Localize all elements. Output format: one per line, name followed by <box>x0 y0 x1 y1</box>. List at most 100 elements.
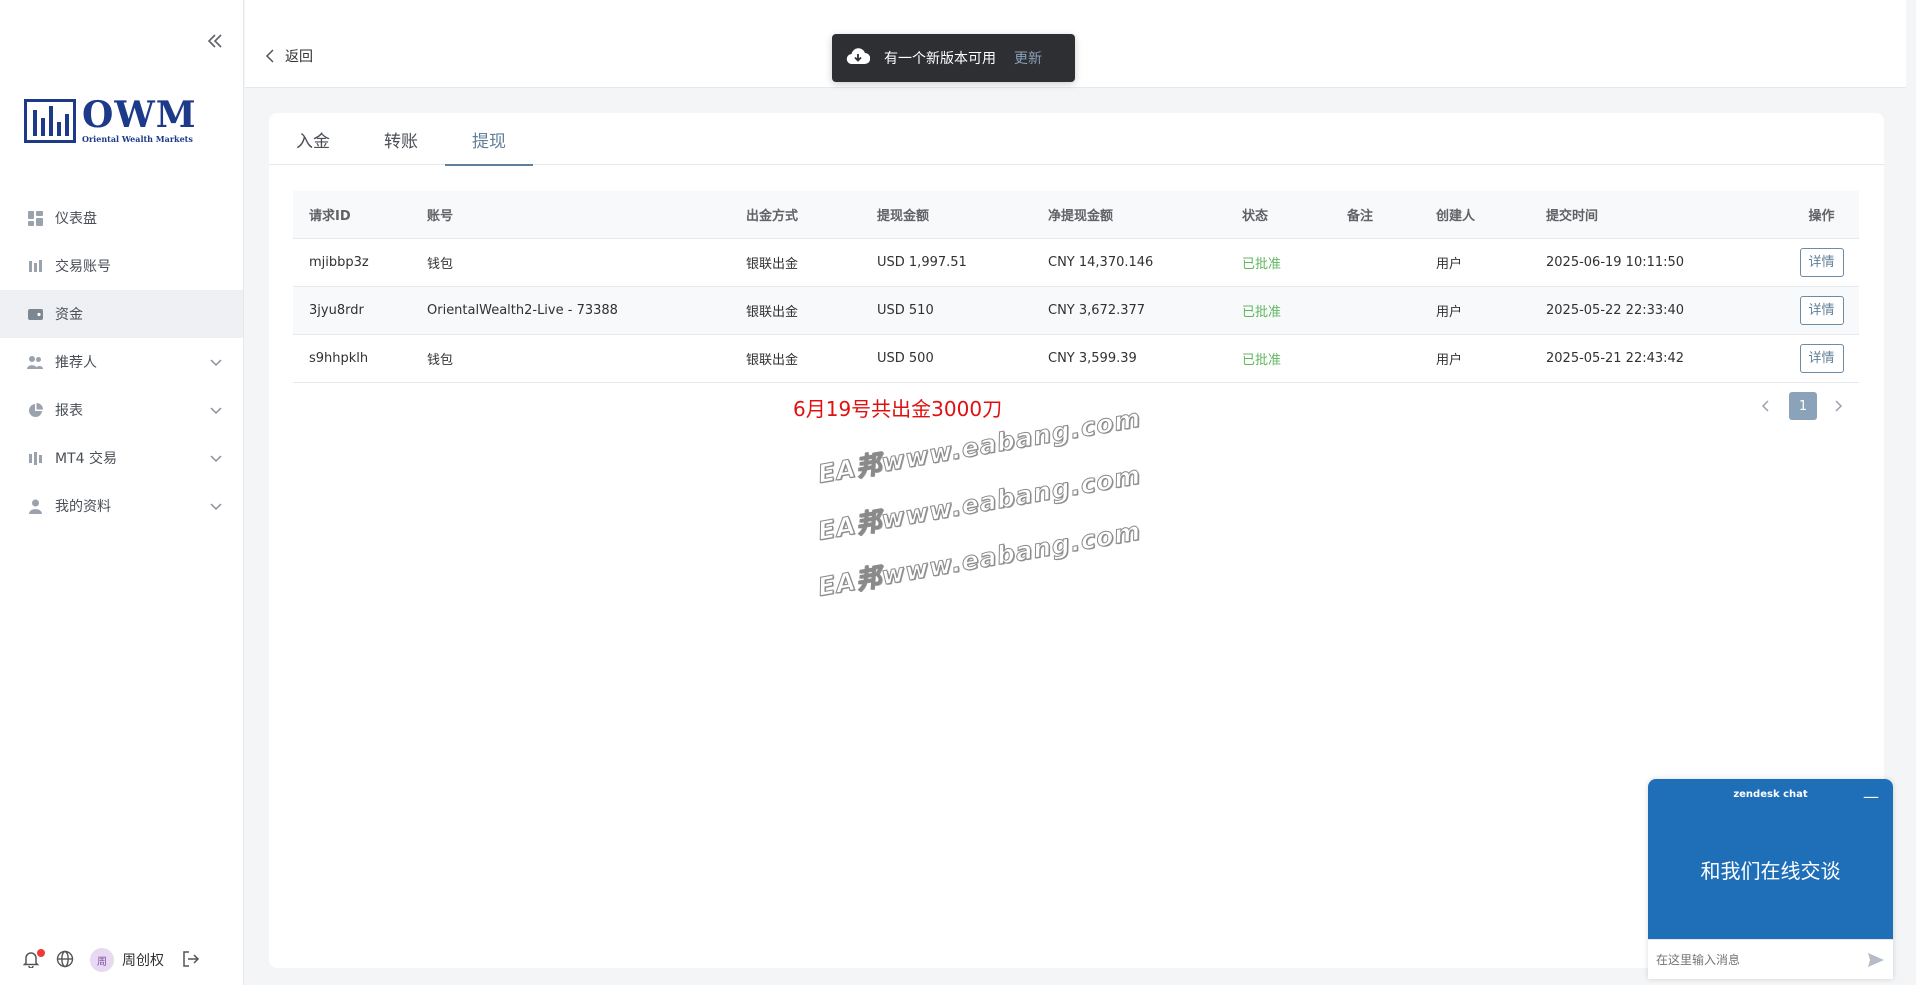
sidebar-item-label: 交易账号 <box>55 259 111 275</box>
bell-icon[interactable] <box>22 949 45 970</box>
chevron-down-icon <box>209 403 223 417</box>
table-header: 请求ID 账号 出金方式 提现金额 净提现金额 状态 备注 创建人 提交时间 操… <box>293 191 1859 239</box>
cell-creator: 用户 <box>1436 305 1463 320</box>
table-row: mjibbp3z 钱包 银联出金 USD 1,997.51 CNY 14,370… <box>293 239 1859 287</box>
header-action: 操作 <box>1808 209 1835 224</box>
detail-button[interactable]: 详情 <box>1799 344 1844 373</box>
cell-request-id: s9hhpklh <box>309 351 369 366</box>
chat-message-input[interactable] <box>1656 952 1867 967</box>
next-page-icon[interactable] <box>1831 398 1847 414</box>
logo-mark-icon <box>24 99 76 143</box>
cell-method: 银联出金 <box>746 353 799 368</box>
update-toast: 有一个新版本可用 更新 <box>832 34 1075 82</box>
notification-dot <box>37 949 45 957</box>
wallet-icon <box>27 306 43 322</box>
sidebar: OWM Oriental Wealth Markets 仪表盘 交易账号 资金 <box>0 0 244 985</box>
pie-chart-icon <box>27 402 43 418</box>
table-row: s9hhpklh 钱包 银联出金 USD 500 CNY 3,599.39 已批… <box>293 335 1859 383</box>
logo[interactable]: OWM Oriental Wealth Markets <box>24 94 197 144</box>
chevron-down-icon <box>209 451 223 465</box>
header-status: 状态 <box>1242 209 1269 224</box>
cell-amount: USD 500 <box>877 351 934 366</box>
cloud-download-icon <box>846 47 871 69</box>
username[interactable]: 周创权 <box>122 950 164 970</box>
cell-amount: USD 1,997.51 <box>877 255 967 270</box>
globe-icon[interactable] <box>56 950 76 970</box>
minimize-icon[interactable]: — <box>1863 787 1879 806</box>
detail-button[interactable]: 详情 <box>1799 296 1844 325</box>
annotation-text: 6月19号共出金3000刀 <box>793 397 1003 421</box>
header-creator: 创建人 <box>1436 209 1476 224</box>
cell-submit-time: 2025-05-21 22:43:42 <box>1546 351 1685 366</box>
sidebar-item-label: 我的资料 <box>55 499 111 515</box>
cell-creator: 用户 <box>1436 257 1463 272</box>
logo-title: OWM <box>82 94 197 136</box>
tabs: 入金 转账 提现 <box>269 113 1884 166</box>
cell-request-id: 3jyu8rdr <box>309 303 364 318</box>
table-row: 3jyu8rdr OrientalWealth2-Live - 73388 银联… <box>293 287 1859 335</box>
sidebar-item-my-profile[interactable]: 我的资料 <box>0 482 243 530</box>
cell-net-amount: CNY 3,599.39 <box>1048 351 1137 366</box>
tab-withdraw[interactable]: 提现 <box>445 113 533 166</box>
sidebar-item-label: MT4 交易 <box>55 451 117 467</box>
sidebar-item-funds[interactable]: 资金 <box>0 290 243 338</box>
header-amount: 提现金额 <box>877 209 930 224</box>
dashboard-icon <box>27 210 43 226</box>
chevron-left-icon <box>265 49 274 63</box>
sidebar-item-mt4-trading[interactable]: MT4 交易 <box>0 434 243 482</box>
accounts-icon <box>27 258 43 274</box>
sidebar-item-reports[interactable]: 报表 <box>0 386 243 434</box>
cell-request-id: mjibbp3z <box>309 255 369 270</box>
logout-icon[interactable] <box>182 950 202 970</box>
chat-widget: zendesk chat — 和我们在线交谈 <box>1648 779 1893 979</box>
sidebar-item-referrer[interactable]: 推荐人 <box>0 338 243 386</box>
cell-account: 钱包 <box>427 353 454 368</box>
sidebar-item-label: 资金 <box>55 307 83 323</box>
page-number[interactable]: 1 <box>1789 392 1817 420</box>
cell-amount: USD 510 <box>877 303 934 318</box>
chat-greeting: 和我们在线交谈 <box>1700 859 1841 883</box>
sidebar-item-label: 报表 <box>55 403 83 419</box>
avatar[interactable]: 周 <box>90 948 114 972</box>
chat-header[interactable]: zendesk chat — 和我们在线交谈 <box>1648 779 1893 939</box>
sidebar-item-label: 仪表盘 <box>55 211 97 227</box>
chat-input-bar <box>1648 939 1893 979</box>
header-request-id: 请求ID <box>309 209 351 224</box>
sidebar-footer: 周 周创权 <box>22 948 216 972</box>
cell-submit-time: 2025-05-22 22:33:40 <box>1546 303 1685 318</box>
back-button[interactable]: 返回 <box>265 46 313 66</box>
logo-subtitle: Oriental Wealth Markets <box>82 134 193 144</box>
chat-brand: zendesk chat <box>1733 789 1808 800</box>
header-submit-time: 提交时间 <box>1546 209 1599 224</box>
back-label: 返回 <box>285 49 313 65</box>
pagination: 1 <box>1759 392 1847 420</box>
send-icon[interactable] <box>1867 951 1885 969</box>
sidebar-item-trading-accounts[interactable]: 交易账号 <box>0 242 243 290</box>
status-badge: 已批准 <box>1242 353 1282 368</box>
cell-account: OrientalWealth2-Live - 73388 <box>427 303 618 318</box>
collapse-sidebar-icon[interactable] <box>206 32 226 52</box>
sidebar-item-label: 推荐人 <box>55 355 97 371</box>
chevron-down-icon <box>209 499 223 513</box>
cell-net-amount: CNY 3,672.377 <box>1048 303 1146 318</box>
cell-creator: 用户 <box>1436 353 1463 368</box>
prev-page-icon[interactable] <box>1759 398 1775 414</box>
header-account: 账号 <box>427 209 454 224</box>
update-button[interactable]: 更新 <box>1014 48 1042 68</box>
tab-transfer[interactable]: 转账 <box>357 113 445 165</box>
top-bar: 返回 <box>245 0 1906 88</box>
header-note: 备注 <box>1347 209 1374 224</box>
candles-icon <box>27 450 43 466</box>
users-icon <box>27 354 43 370</box>
cell-account: 钱包 <box>427 257 454 272</box>
user-icon <box>27 498 43 514</box>
header-net-amount: 净提现金额 <box>1048 209 1114 224</box>
cell-net-amount: CNY 14,370.146 <box>1048 255 1154 270</box>
status-badge: 已批准 <box>1242 305 1282 320</box>
cell-submit-time: 2025-06-19 10:11:50 <box>1546 255 1685 270</box>
sidebar-nav: 仪表盘 交易账号 资金 推荐人 报表 MT4 交易 我的资料 <box>0 194 243 530</box>
tab-deposit[interactable]: 入金 <box>269 113 357 165</box>
chevron-down-icon <box>209 355 223 369</box>
detail-button[interactable]: 详情 <box>1799 248 1844 277</box>
sidebar-item-dashboard[interactable]: 仪表盘 <box>0 194 243 242</box>
